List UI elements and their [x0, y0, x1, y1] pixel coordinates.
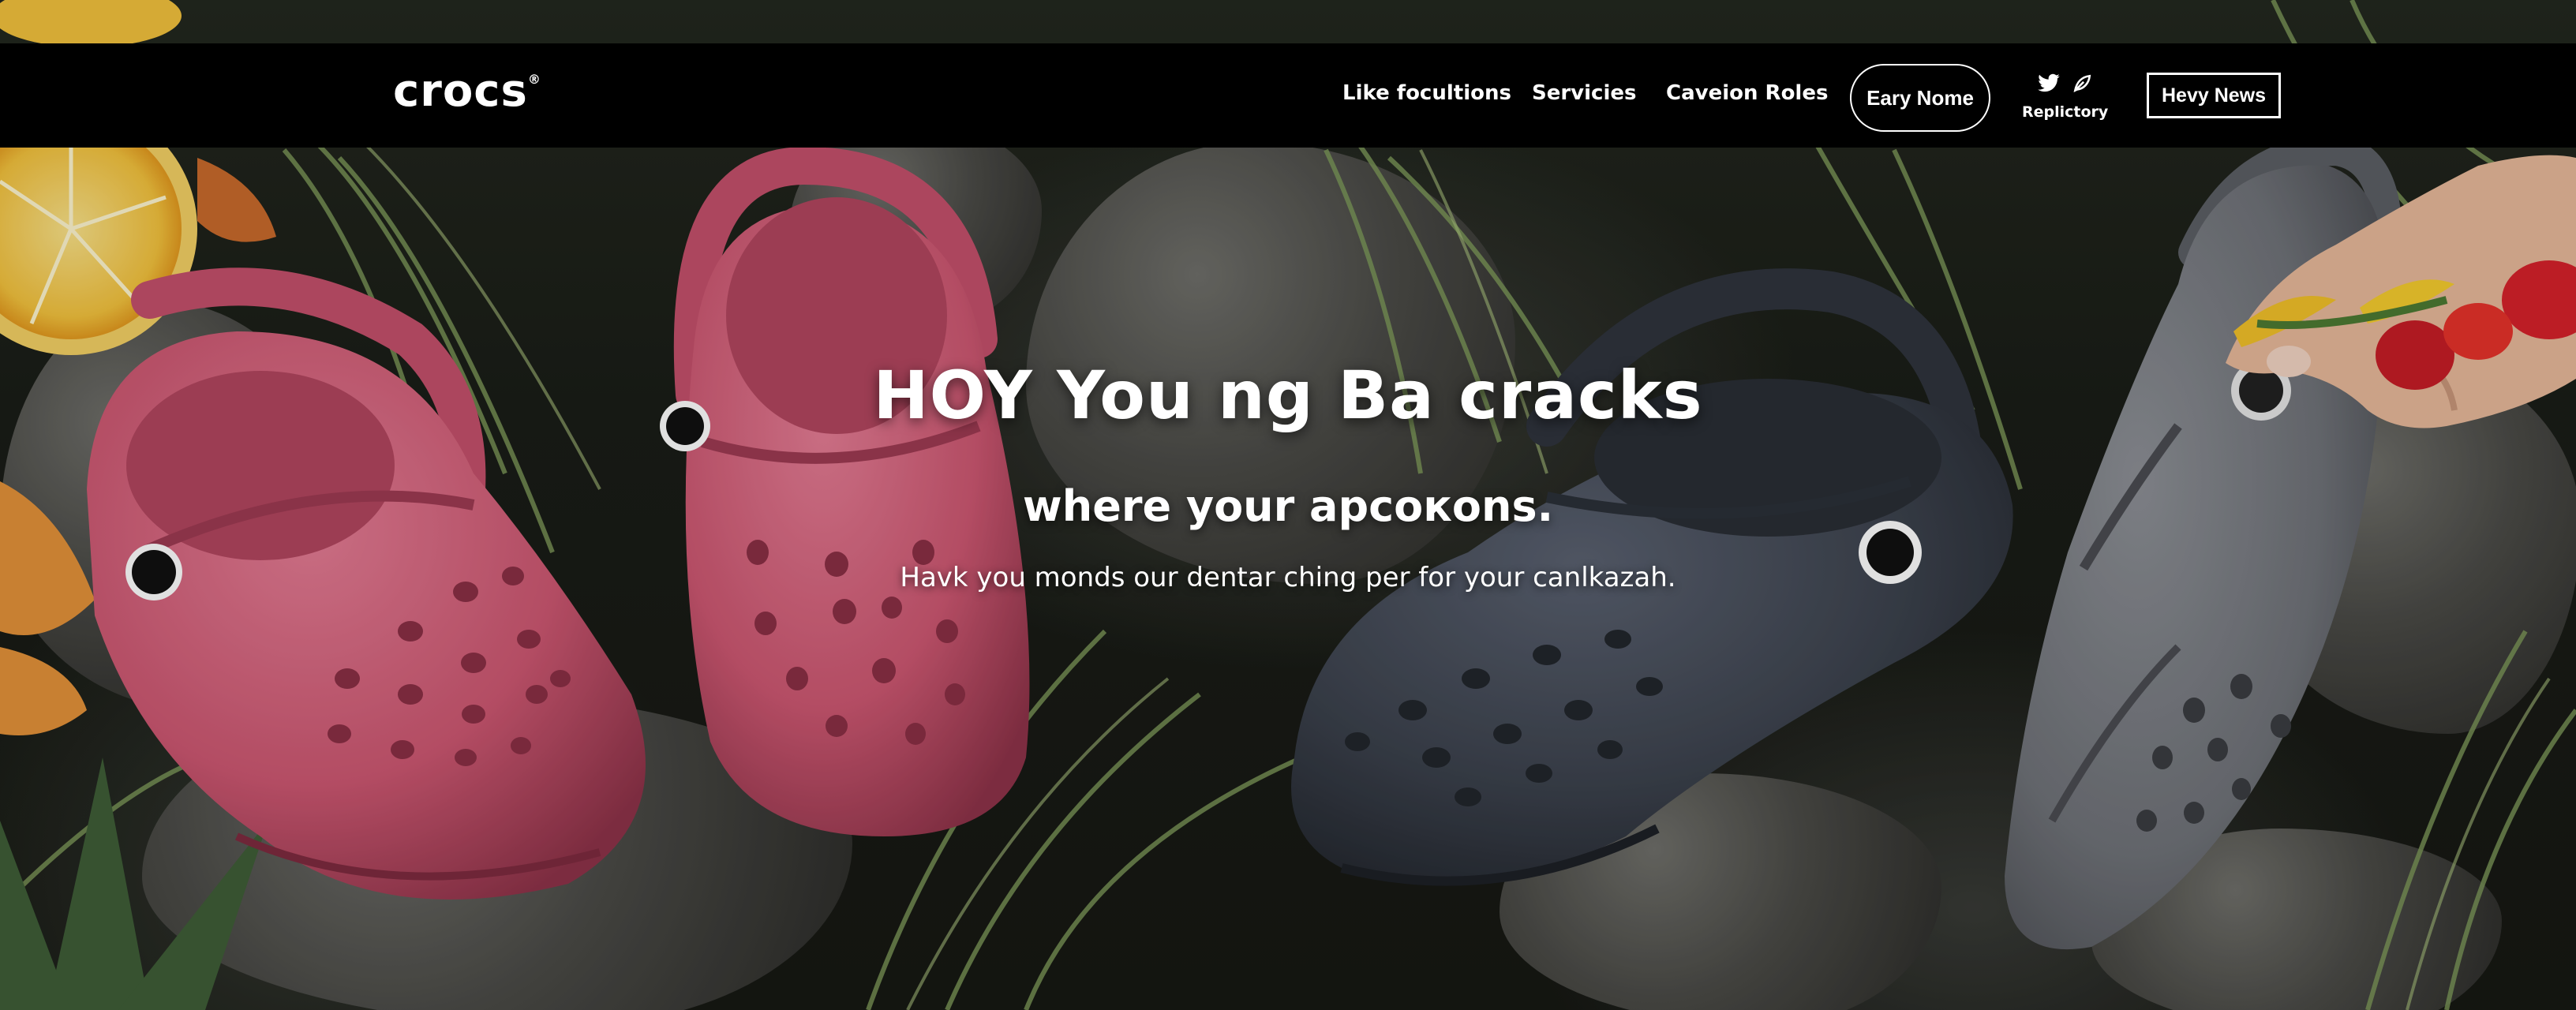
- hero-tagline: Havk you monds our dentar ching per for …: [900, 562, 1676, 593]
- hero-headline: HOY You ng Ba cracks: [873, 357, 1703, 434]
- nav-link-focultions[interactable]: Like focultions: [1342, 81, 1511, 105]
- hero-subheadline: where your apcoкons.: [1022, 481, 1554, 531]
- hero-section: HOY You ng Ba cracks where your apcoкons…: [0, 0, 2576, 1010]
- registered-mark: ®: [527, 72, 541, 87]
- nav-link-servicies[interactable]: Servicies: [1532, 81, 1636, 105]
- hevy-news-button[interactable]: Hevy News: [2147, 73, 2281, 118]
- twitter-icon[interactable]: [2037, 73, 2061, 97]
- eary-nome-button[interactable]: Eary Nome: [1850, 64, 1990, 132]
- leaf-icon[interactable]: [2072, 73, 2092, 97]
- brand-logo-text: crocs: [393, 65, 528, 117]
- top-navigation: crocs® Like focultions Servicies Caveion…: [0, 43, 2576, 148]
- nav-link-caveion-roles[interactable]: Caveion Roles: [1666, 81, 1828, 105]
- brand-logo[interactable]: crocs®: [393, 65, 541, 117]
- social-label: Replictory: [2022, 103, 2109, 121]
- social-links: Replictory: [2022, 72, 2109, 127]
